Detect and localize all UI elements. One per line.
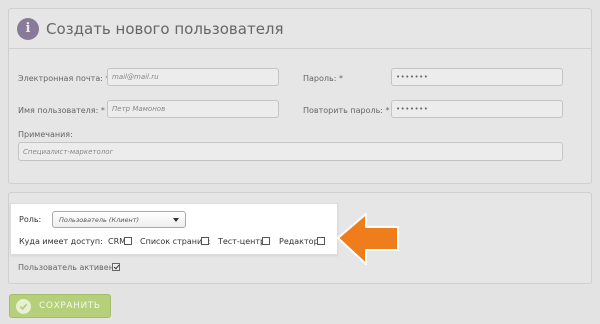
access-editor-checkbox[interactable] [317, 237, 325, 245]
role-select-value: Пользователь (Клиент) [59, 215, 140, 224]
email-label: Электронная почта: * [18, 74, 110, 83]
active-label: Пользователь активен?: [18, 263, 121, 272]
access-label: Куда имеет доступ: [19, 237, 103, 246]
save-button-label: СОХРАНИТЬ [39, 301, 101, 311]
access-testcenter-label: Тест-центр: [218, 237, 268, 246]
password-label: Пароль: * [303, 74, 343, 83]
access-editor-label: Редактор: [279, 237, 322, 246]
chevron-down-icon [173, 218, 179, 222]
password-field[interactable]: ••••••• [391, 68, 563, 86]
username-label: Имя пользователя: * [18, 106, 105, 115]
access-pages-checkbox[interactable] [201, 237, 209, 245]
email-field[interactable]: mail@mail.ru [107, 68, 279, 86]
access-pages-label: Список страниц: [140, 237, 211, 246]
notes-field[interactable]: Специалист-маркетолог [18, 142, 563, 161]
access-testcenter-checkbox[interactable] [262, 237, 270, 245]
role-label: Роль: [19, 215, 42, 224]
info-icon: i [17, 17, 39, 40]
notes-label: Примечания: [18, 130, 73, 139]
password-repeat-field[interactable]: ••••••• [391, 100, 563, 118]
check-circle-icon [16, 298, 31, 314]
save-button[interactable]: СОХРАНИТЬ [9, 294, 111, 318]
panel-header: i Создать нового пользователя [9, 9, 591, 49]
page-title: Создать нового пользователя [46, 19, 284, 38]
password-repeat-label: Повторить пароль: * [303, 106, 390, 115]
highlight-box: Роль: Пользователь (Клиент) Куда имеет д… [10, 203, 338, 255]
access-crm-checkbox[interactable] [124, 237, 132, 245]
active-checkbox[interactable] [112, 263, 120, 271]
username-field[interactable]: Петр Мамонов [107, 100, 279, 118]
left-arrow-icon [337, 213, 399, 265]
role-select[interactable]: Пользователь (Клиент) [52, 211, 186, 228]
